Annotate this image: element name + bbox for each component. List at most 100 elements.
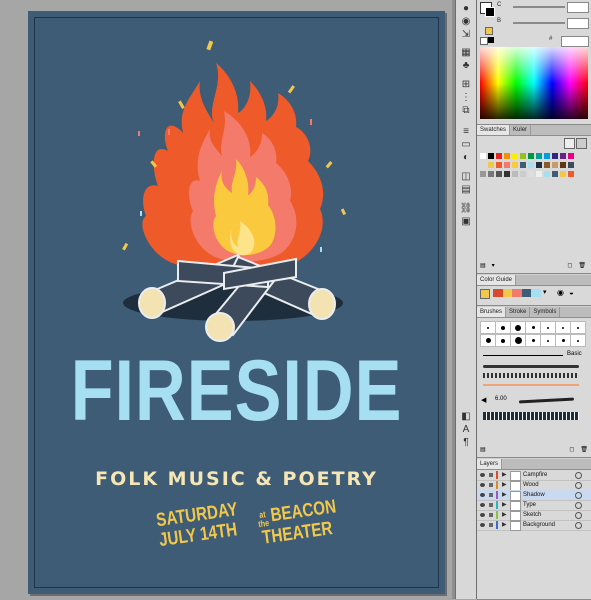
color-swatch[interactable] [496,162,502,168]
color-swatch[interactable] [496,153,502,159]
character-icon[interactable]: A [459,423,473,435]
color-wheel-icon[interactable]: ◉ [557,288,564,297]
symbols-icon[interactable]: ♣ [459,59,473,71]
pattern-brush[interactable] [483,412,579,420]
arrow-brush[interactable] [483,384,579,386]
target-icon[interactable] [575,492,582,499]
color-swatch[interactable] [536,162,542,168]
graphic-styles-icon[interactable]: ▤ [459,183,473,195]
out-of-gamut-swatch[interactable] [485,27,493,35]
color-swatch[interactable] [512,153,518,159]
color-swatch[interactable] [488,153,494,159]
color-icon[interactable]: ● [459,2,473,14]
eye-icon[interactable] [480,473,485,477]
base-color-swatch[interactable] [480,289,490,299]
color-swatch[interactable] [520,153,526,159]
layer-name[interactable]: Type [523,500,536,510]
layers-icon[interactable]: ◧ [459,410,473,422]
align-icon[interactable]: ⊞ [459,78,473,90]
layer-name[interactable]: Shadow [523,490,545,500]
color-swatch[interactable] [552,153,558,159]
stroke-icon[interactable]: ≡ [459,125,473,137]
color-swatch[interactable] [520,171,526,177]
hex-row[interactable]: # [497,36,589,47]
eye-icon[interactable] [480,523,485,527]
swatches-icon[interactable]: ▦ [459,46,473,58]
art-brush-2[interactable] [483,373,579,378]
color-swatch[interactable] [544,153,550,159]
slider-row-c[interactable]: C [497,2,589,13]
lock-icon[interactable] [489,473,493,477]
artboards-icon[interactable]: ▣ [459,215,473,227]
lock-icon[interactable] [489,503,493,507]
brush-preset[interactable] [555,334,571,347]
color-swatch[interactable] [544,171,550,177]
target-icon[interactable] [575,472,582,479]
expand-arrow-icon[interactable]: ▶ [502,510,507,520]
color-swatch[interactable] [512,171,518,177]
brush-preset[interactable] [495,334,511,347]
tab-swatches[interactable]: Swatches [477,125,511,135]
color-swatch[interactable] [504,153,510,159]
color-swatch[interactable] [536,153,542,159]
eye-icon[interactable] [480,483,485,487]
brush-preset[interactable] [525,321,541,334]
expand-arrow-icon[interactable]: ▶ [502,500,507,510]
color-swatch[interactable] [560,162,566,168]
color-swatch[interactable] [480,162,486,168]
slider-track[interactable] [513,6,565,8]
expand-arrow-icon[interactable]: ▶ [502,520,507,530]
brush-preset[interactable] [555,321,571,334]
slider-value-field[interactable] [567,18,589,29]
color-swatch[interactable] [552,171,558,177]
layer-row[interactable]: ▶ Background [477,520,591,531]
brush-preset[interactable] [525,334,541,347]
gradient-icon[interactable]: ▭ [459,138,473,150]
harmony-strip[interactable] [493,289,541,297]
eye-icon[interactable] [480,493,485,497]
color-swatch[interactable] [504,162,510,168]
target-icon[interactable] [575,502,582,509]
appearance-icon[interactable]: ◫ [459,170,473,182]
expand-arrow-icon[interactable]: ▶ [502,480,507,490]
tab-kuler[interactable]: Kuler [510,125,532,135]
color-swatch[interactable] [560,171,566,177]
color-swatch[interactable] [568,153,574,159]
links-icon[interactable]: ⛓ [459,202,473,214]
swatch-library-icon[interactable]: ▤ [480,262,486,270]
brush-preset[interactable] [480,321,496,334]
paragraph-icon[interactable]: ¶ [459,436,473,448]
brush-preset[interactable] [495,321,511,334]
brush-preset[interactable] [540,334,556,347]
color-swatch[interactable] [504,171,510,177]
show-kinds-icon[interactable]: ▾ [492,262,495,270]
lock-icon[interactable] [489,493,493,497]
target-icon[interactable] [575,512,582,519]
expand-arrow-icon[interactable]: ▶ [502,470,507,480]
tab-layers[interactable]: Layers [477,459,503,469]
slider-row-b[interactable]: B [497,18,589,29]
tab-color-guide[interactable]: Color Guide [477,275,517,285]
eye-icon[interactable] [480,513,485,517]
color-swatch[interactable] [528,153,534,159]
poster-subtitle[interactable]: FOLK MUSIC & POETRY [28,468,445,490]
brush-preset[interactable] [510,334,526,347]
lock-icon[interactable] [489,483,493,487]
brush-preset[interactable] [570,334,586,347]
tab-symbols[interactable]: Symbols [530,307,561,317]
layer-name[interactable]: Wood [523,480,539,490]
none-swatch[interactable] [480,37,488,45]
layer-name[interactable]: Background [523,520,555,530]
art-brush-1[interactable] [483,365,579,368]
poster-title[interactable]: FIRESIDE [66,341,408,441]
stroke-swatch[interactable] [485,7,495,17]
brush-library-icon[interactable]: ▤ [480,446,486,454]
harmony-dropdown-icon[interactable]: ▾ [543,288,547,296]
calligraphic-brush[interactable] [518,397,575,404]
color-spectrum[interactable] [480,47,588,119]
thumbnail-view-icon[interactable] [576,138,587,149]
target-icon[interactable] [575,522,582,529]
color-swatch[interactable] [480,153,486,159]
brush-preset[interactable] [480,334,496,347]
brush-preset[interactable] [570,321,586,334]
